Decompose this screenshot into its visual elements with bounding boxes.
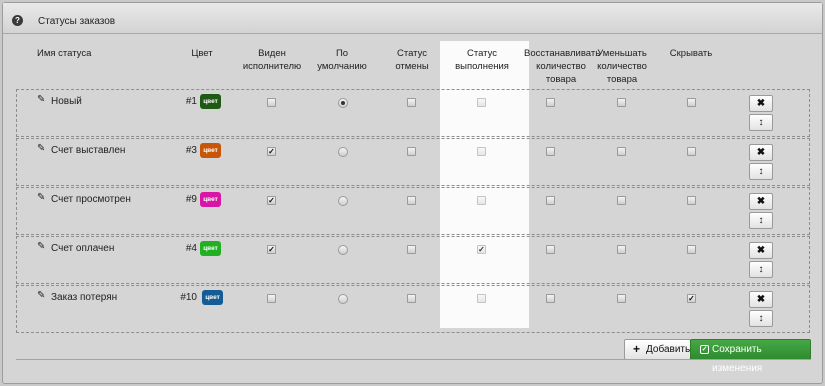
header-reduce: Уменьшать количество товара	[597, 48, 647, 85]
add-button[interactable]: + Добавить	[624, 339, 691, 360]
color-badge[interactable]: цвет	[202, 290, 223, 305]
pencil-icon[interactable]: ✎	[37, 291, 47, 301]
reduce-checkbox[interactable]	[617, 294, 626, 303]
delete-button[interactable]: ✖	[749, 242, 773, 259]
status-number: #9	[185, 194, 197, 205]
color-badge[interactable]: цвет	[200, 241, 221, 256]
complete-checkbox[interactable]	[477, 294, 486, 303]
pencil-icon[interactable]: ✎	[37, 242, 47, 252]
visible-checkbox[interactable]	[267, 294, 276, 303]
hide-checkbox[interactable]: ✓	[687, 294, 696, 303]
reduce-checkbox[interactable]	[617, 98, 626, 107]
hide-checkbox[interactable]	[687, 245, 696, 254]
cancel-checkbox[interactable]	[407, 196, 416, 205]
pencil-icon[interactable]: ✎	[37, 144, 47, 154]
complete-checkbox[interactable]	[477, 196, 486, 205]
header-visible: Виден исполнителю	[242, 48, 302, 72]
visible-checkbox[interactable]: ✓	[267, 245, 276, 254]
visible-checkbox[interactable]: ✓	[267, 196, 276, 205]
plus-icon: +	[633, 342, 641, 356]
default-radio[interactable]	[338, 147, 348, 157]
table-row	[16, 236, 810, 284]
reduce-checkbox[interactable]	[617, 245, 626, 254]
status-name[interactable]: Счет оплачен	[51, 243, 114, 254]
cancel-checkbox[interactable]	[407, 245, 416, 254]
move-handle[interactable]: ↕	[749, 163, 773, 180]
visible-checkbox[interactable]	[267, 98, 276, 107]
delete-button[interactable]: ✖	[749, 193, 773, 210]
header-status-name: Имя статуса	[37, 48, 92, 59]
color-badge[interactable]: цвет	[200, 94, 221, 109]
reduce-checkbox[interactable]	[617, 147, 626, 156]
delete-button[interactable]: ✖	[749, 144, 773, 161]
delete-button[interactable]: ✖	[749, 95, 773, 112]
pencil-icon[interactable]: ✎	[37, 193, 47, 203]
default-radio[interactable]	[338, 294, 348, 304]
status-number: #10	[180, 292, 197, 303]
complete-checkbox[interactable]: ✓	[477, 245, 486, 254]
status-name[interactable]: Заказ потерян	[51, 292, 117, 303]
status-name[interactable]: Счет выставлен	[51, 145, 125, 156]
save-changes-button[interactable]: ✓ Сохранить изменения	[690, 339, 811, 374]
visible-checkbox[interactable]: ✓	[267, 147, 276, 156]
move-handle[interactable]: ↕	[749, 261, 773, 278]
default-radio[interactable]	[338, 98, 348, 108]
table-row	[16, 285, 810, 333]
header-hide: Скрывать	[669, 48, 713, 59]
hide-checkbox[interactable]	[687, 196, 696, 205]
cancel-checkbox[interactable]	[407, 147, 416, 156]
status-name[interactable]: Новый	[51, 96, 82, 107]
help-icon[interactable]: ?	[12, 15, 23, 26]
complete-checkbox[interactable]	[477, 147, 486, 156]
status-number: #3	[185, 145, 197, 156]
hide-checkbox[interactable]	[687, 98, 696, 107]
panel-title: Статусы заказов	[38, 16, 116, 27]
delete-button[interactable]: ✖	[749, 291, 773, 308]
status-number: #4	[185, 243, 197, 254]
pencil-icon[interactable]: ✎	[37, 95, 47, 105]
restore-checkbox[interactable]	[546, 98, 555, 107]
restore-checkbox[interactable]	[546, 147, 555, 156]
header-cancel: Статус отмены	[395, 48, 429, 72]
header-color: Цвет	[191, 48, 213, 59]
header-complete: Статус выполнения	[455, 48, 509, 72]
restore-checkbox[interactable]	[546, 294, 555, 303]
move-handle[interactable]: ↕	[749, 310, 773, 327]
table-row	[16, 138, 810, 186]
hide-checkbox[interactable]	[687, 147, 696, 156]
check-square-icon: ✓	[700, 345, 709, 354]
default-radio[interactable]	[338, 245, 348, 255]
reduce-checkbox[interactable]	[617, 196, 626, 205]
header-default: По умолчанию	[317, 48, 367, 72]
status-name[interactable]: Счет просмотрен	[51, 194, 131, 205]
panel-header: ? Статусы заказов	[3, 3, 822, 34]
restore-checkbox[interactable]	[546, 196, 555, 205]
default-radio[interactable]	[338, 196, 348, 206]
status-number: #1	[185, 96, 197, 107]
cancel-checkbox[interactable]	[407, 98, 416, 107]
header-restore: Восстанавливать количество товара	[524, 48, 601, 85]
table-row	[16, 89, 810, 137]
cancel-checkbox[interactable]	[407, 294, 416, 303]
color-badge[interactable]: цвет	[200, 192, 221, 207]
restore-checkbox[interactable]	[546, 245, 555, 254]
move-handle[interactable]: ↕	[749, 212, 773, 229]
color-badge[interactable]: цвет	[200, 143, 221, 158]
move-handle[interactable]: ↕	[749, 114, 773, 131]
table-row	[16, 187, 810, 235]
footer-divider	[16, 359, 810, 360]
complete-checkbox[interactable]	[477, 98, 486, 107]
